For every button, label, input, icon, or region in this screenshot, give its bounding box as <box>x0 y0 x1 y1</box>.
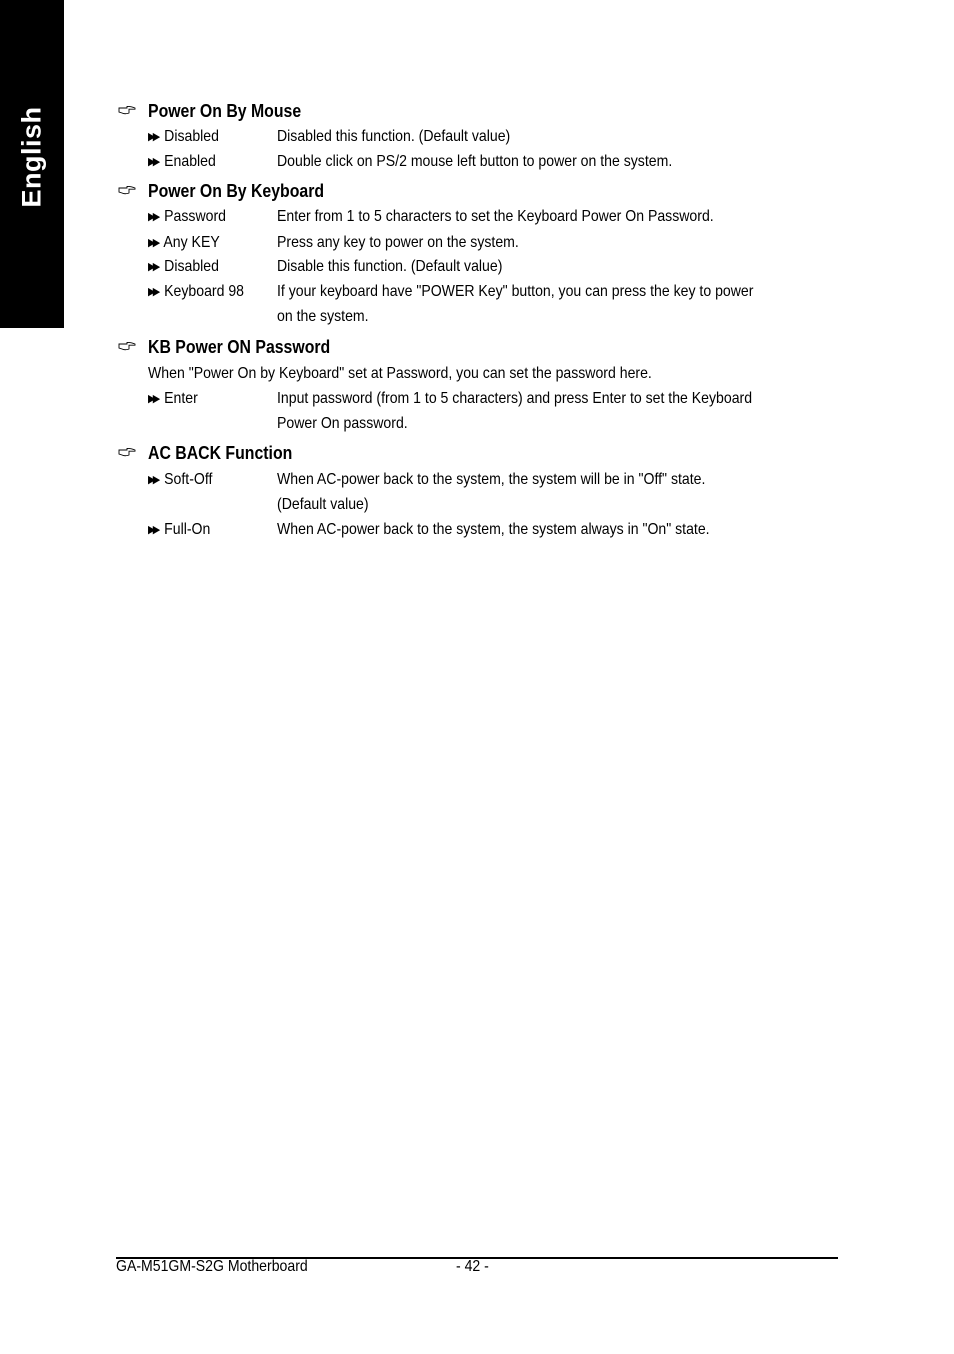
page-number: - 42 - <box>456 1258 489 1275</box>
option-name: Disabled <box>164 258 219 275</box>
option-name: Enter <box>164 390 198 407</box>
option-description: Press any key to power on the system. <box>277 234 519 251</box>
double-arrow-icon: ▶▶ <box>148 474 160 486</box>
section-intro: When "Power On by Keyboard" set at Passw… <box>148 365 652 382</box>
option-description-continued: (Default value) <box>277 496 369 513</box>
option-description: Input password (from 1 to 5 characters) … <box>277 390 753 407</box>
double-arrow-icon: ▶▶ <box>148 237 160 249</box>
option-description: Double click on PS/2 mouse left button t… <box>277 153 673 170</box>
option-description: Disabled this function. (Default value) <box>277 128 511 145</box>
option-name: Full-On <box>164 521 211 538</box>
option-description-continued: on the system. <box>277 308 369 325</box>
option-description: Enter from 1 to 5 characters to set the … <box>277 208 714 225</box>
double-arrow-icon: ▶▶ <box>148 131 160 143</box>
section-title: AC BACK Function <box>148 443 293 463</box>
pointing-hand-icon <box>118 105 136 115</box>
option-name: Disabled <box>164 128 219 145</box>
section-title: KB Power ON Password <box>148 337 331 357</box>
option-description: If your keyboard have "POWER Key" button… <box>277 283 754 300</box>
pointing-hand-icon <box>118 185 136 195</box>
option-description-continued: Power On password. <box>277 415 408 432</box>
option-name: Enabled <box>164 153 216 170</box>
option-name: Keyboard 98 <box>164 283 245 300</box>
option-name: Password <box>164 208 226 225</box>
double-arrow-icon: ▶▶ <box>148 261 160 273</box>
double-arrow-icon: ▶▶ <box>148 156 160 168</box>
double-arrow-icon: ▶▶ <box>148 393 160 405</box>
footer-model-name: GA-M51GM-S2G Motherboard <box>116 1258 308 1275</box>
option-description: When AC-power back to the system, the sy… <box>277 521 710 538</box>
language-side-tab: English <box>0 0 64 328</box>
pointing-hand-icon <box>118 447 136 457</box>
section-title: Power On By Mouse <box>148 101 302 121</box>
option-name: Any KEY <box>163 234 220 251</box>
double-arrow-icon: ▶▶ <box>148 286 160 298</box>
section-title: Power On By Keyboard <box>148 181 325 201</box>
side-tab-label: English <box>16 106 47 208</box>
double-arrow-icon: ▶▶ <box>148 211 160 223</box>
option-name: Soft-Off <box>164 471 213 488</box>
double-arrow-icon: ▶▶ <box>148 524 160 536</box>
option-description: When AC-power back to the system, the sy… <box>277 471 706 488</box>
option-description: Disable this function. (Default value) <box>277 258 503 275</box>
pointing-hand-icon <box>118 341 136 351</box>
